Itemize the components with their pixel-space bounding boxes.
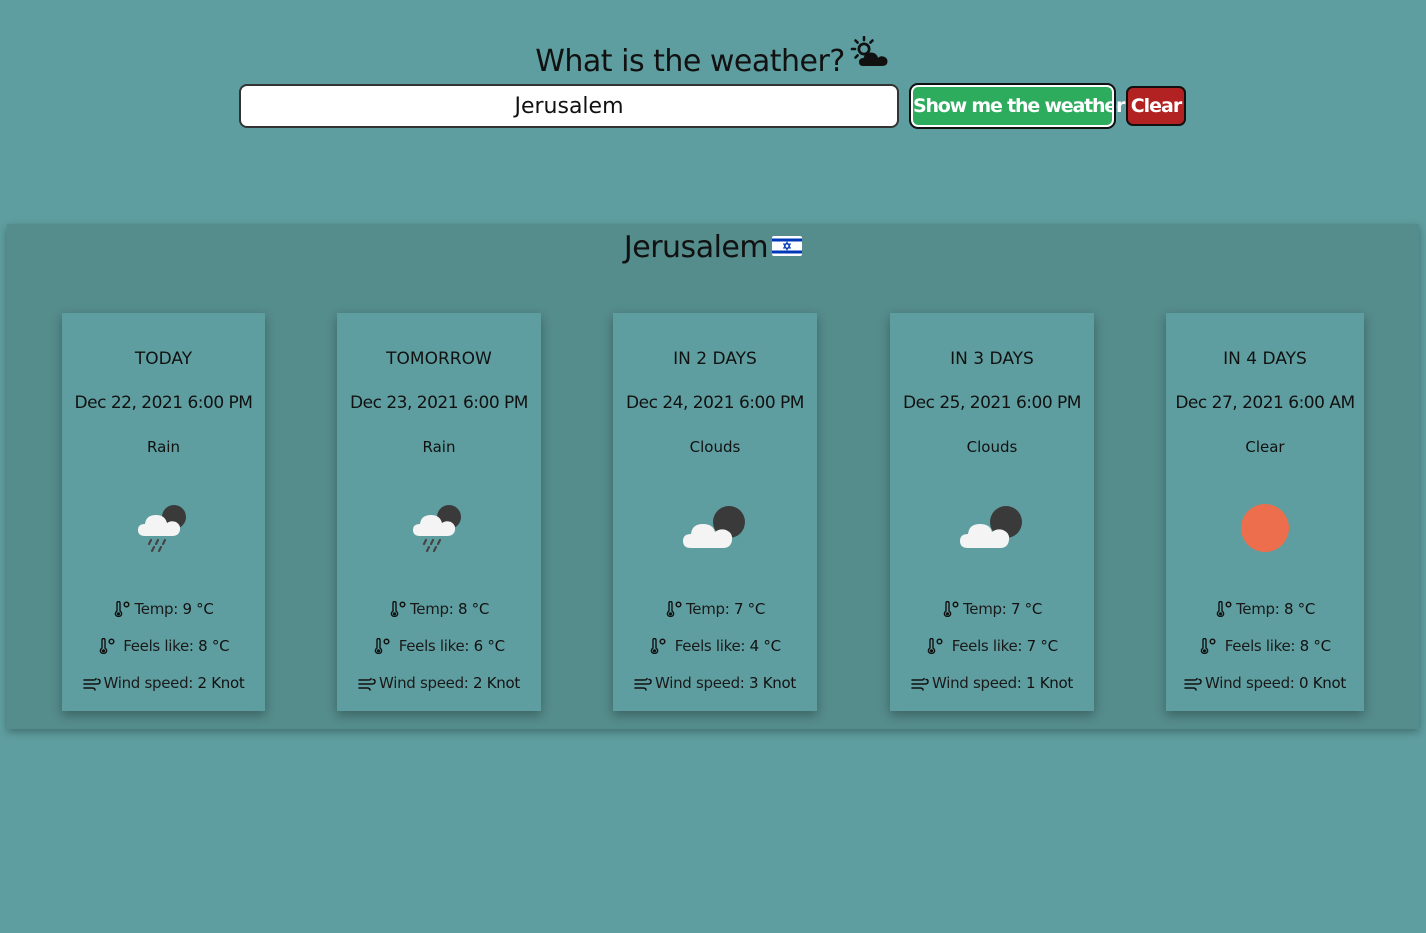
- forecast-date: Dec 23, 2021 6:00 PM: [350, 393, 528, 413]
- temperature-label: Temp:: [1235, 600, 1280, 618]
- temperature-row: Temp: 9 °C: [62, 600, 265, 618]
- feels-like-label: Feels like:: [1224, 637, 1296, 655]
- forecast-card: IN 3 DAYS Dec 25, 2021 6:00 PM Clouds Te…: [890, 313, 1094, 711]
- wind-icon: [358, 677, 376, 691]
- wind-speed-label: Wind speed:: [379, 674, 469, 692]
- forecast-condition: Clouds: [966, 438, 1018, 456]
- feels-like-label: Feels like:: [951, 637, 1023, 655]
- city-search-input[interactable]: [239, 84, 899, 128]
- cloud-icon: [890, 498, 1094, 558]
- feels-like-row: Feels like: 6 °C: [337, 637, 541, 655]
- temperature-label: Temp:: [134, 600, 178, 618]
- forecast-date: Dec 25, 2021 6:00 PM: [903, 393, 1081, 413]
- wind-icon: [82, 677, 101, 691]
- forecast-day: TODAY: [134, 349, 193, 369]
- thermometer-icon: [1216, 600, 1232, 618]
- thermometer-icon: [650, 637, 666, 655]
- forecast-condition: Clouds: [689, 438, 741, 456]
- temperature-row: Temp: 8 °C: [1166, 600, 1364, 618]
- clear-button[interactable]: Clear: [1126, 86, 1186, 126]
- wind-speed-row: Wind speed: 2 Knot: [62, 674, 265, 692]
- page-title-text: What is the weather?: [535, 44, 845, 80]
- temperature-value: 8 °C: [1283, 600, 1316, 618]
- thermometer-icon: [927, 637, 943, 655]
- rain-cloud-icon: [337, 498, 541, 558]
- cloud-icon: [613, 498, 817, 558]
- feels-like-row: Feels like: 4 °C: [613, 637, 817, 655]
- wind-speed-label: Wind speed:: [932, 674, 1022, 692]
- show-weather-button[interactable]: Show me the weather!: [909, 83, 1133, 129]
- wind-speed-row: Wind speed: 0 Knot: [1166, 674, 1364, 692]
- forecast-condition: Rain: [147, 438, 180, 456]
- thermometer-icon: [943, 600, 959, 618]
- feels-like-row: Feels like: 8 °C: [1166, 637, 1364, 655]
- wind-speed-label: Wind speed:: [103, 674, 194, 692]
- forecast-day: IN 3 DAYS: [950, 349, 1034, 369]
- forecast-card: IN 2 DAYS Dec 24, 2021 6:00 PM Clouds Te…: [613, 313, 817, 711]
- temperature-value: 7 °C: [1010, 600, 1043, 618]
- wind-speed-row: Wind speed: 1 Knot: [890, 674, 1094, 692]
- thermometer-icon: [115, 600, 131, 618]
- forecast-card: TODAY Dec 22, 2021 6:00 PM Rain Temp: 9 …: [62, 313, 265, 711]
- forecast-date: Dec 24, 2021 6:00 PM: [626, 393, 804, 413]
- temperature-label: Temp:: [962, 600, 1007, 618]
- feels-like-value: 7 °C: [1026, 637, 1058, 655]
- feels-like-label: Feels like:: [398, 637, 470, 655]
- city-name: Jerusalem: [7, 226, 1419, 270]
- forecast-card: TOMORROW Dec 23, 2021 6:00 PM Rain Temp:…: [337, 313, 541, 711]
- forecast-day: IN 2 DAYS: [673, 349, 757, 369]
- forecast-date: Dec 22, 2021 6:00 PM: [74, 393, 253, 413]
- search-bar: Show me the weather! Clear: [239, 82, 1186, 130]
- feels-like-label: Feels like:: [674, 637, 746, 655]
- forecast-condition: Rain: [422, 438, 456, 456]
- wind-speed-row: Wind speed: 2 Knot: [337, 674, 541, 692]
- feels-like-label: Feels like:: [123, 637, 194, 655]
- temperature-row: Temp: 7 °C: [613, 600, 817, 618]
- feels-like-value: 8 °C: [198, 637, 230, 655]
- feels-like-value: 6 °C: [473, 637, 505, 655]
- feels-like-value: 4 °C: [749, 637, 781, 655]
- feels-like-row: Feels like: 8 °C: [62, 637, 265, 655]
- feels-like-row: Feels like: 7 °C: [890, 637, 1094, 655]
- wind-speed-value: 0 Knot: [1299, 674, 1346, 692]
- wind-icon: [1184, 677, 1202, 691]
- israel-flag-icon: [772, 225, 803, 269]
- wind-icon: [911, 677, 929, 691]
- thermometer-icon: [374, 637, 390, 655]
- wind-icon: [634, 677, 652, 691]
- temperature-label: Temp:: [685, 600, 730, 618]
- thermometer-icon: [390, 600, 406, 618]
- sun-icon: [1166, 498, 1364, 558]
- temperature-row: Temp: 8 °C: [337, 600, 541, 618]
- feels-like-value: 8 °C: [1299, 637, 1331, 655]
- wind-speed-row: Wind speed: 3 Knot: [613, 674, 817, 692]
- wind-speed-value: 1 Knot: [1026, 674, 1073, 692]
- forecast-condition: Clear: [1245, 438, 1285, 456]
- thermometer-icon: [1200, 637, 1216, 655]
- forecast-panel: Jerusalem TODAY Dec 22, 2021 6:00 PM Rai…: [7, 224, 1419, 729]
- wind-speed-value: 2 Knot: [197, 674, 245, 692]
- wind-speed-label: Wind speed:: [1205, 674, 1295, 692]
- temperature-value: 8 °C: [457, 600, 490, 618]
- sun-behind-cloud-icon: [849, 35, 891, 83]
- wind-speed-value: 3 Knot: [749, 674, 796, 692]
- temperature-row: Temp: 7 °C: [890, 600, 1094, 618]
- rain-cloud-icon: [62, 498, 265, 558]
- page-title: What is the weather?: [0, 35, 1426, 84]
- temperature-value: 9 °C: [182, 600, 214, 618]
- city-name-text: Jerusalem: [623, 230, 769, 265]
- forecast-date: Dec 27, 2021 6:00 AM: [1175, 393, 1355, 413]
- thermometer-icon: [666, 600, 682, 618]
- thermometer-icon: [99, 637, 115, 655]
- forecast-day: TOMORROW: [386, 349, 492, 369]
- forecast-card: IN 4 DAYS Dec 27, 2021 6:00 AM Clear Tem…: [1166, 313, 1364, 711]
- wind-speed-value: 2 Knot: [473, 674, 520, 692]
- temperature-value: 7 °C: [733, 600, 766, 618]
- temperature-label: Temp:: [409, 600, 454, 618]
- wind-speed-label: Wind speed:: [655, 674, 745, 692]
- forecast-day: IN 4 DAYS: [1223, 349, 1307, 369]
